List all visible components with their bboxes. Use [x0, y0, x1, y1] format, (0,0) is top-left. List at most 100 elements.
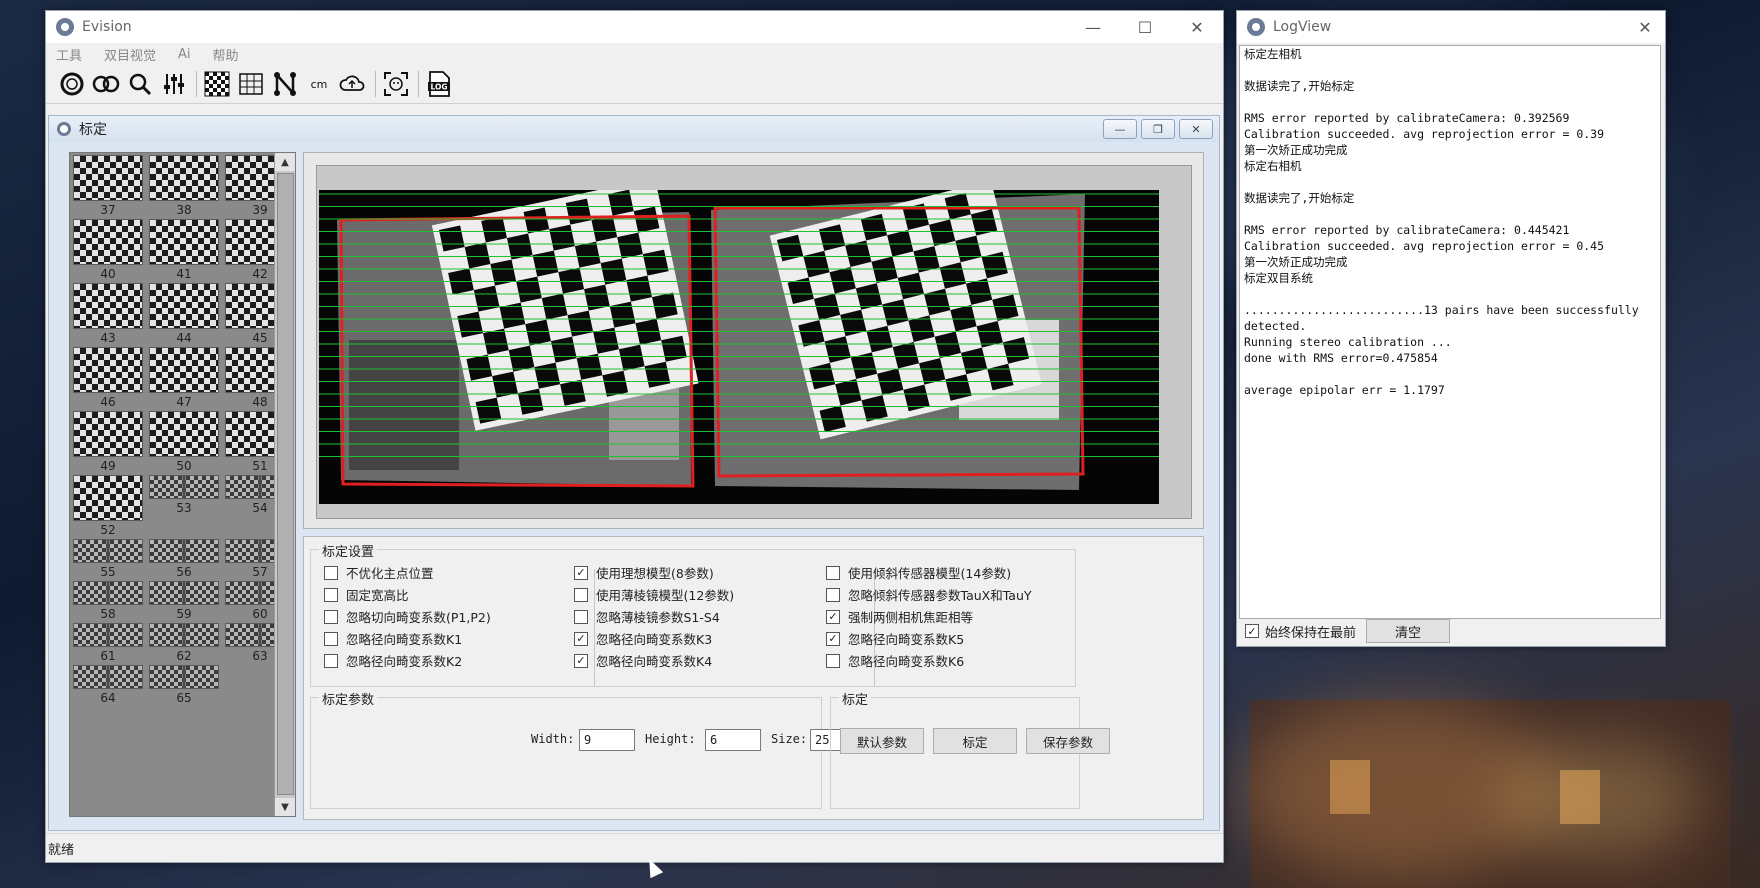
checkbox-box[interactable] [826, 587, 840, 602]
log-line: detected. [1244, 319, 1307, 333]
menu-help[interactable]: 帮助 [213, 45, 239, 64]
option-checkbox[interactable]: ✓ 使用理想模型(8参数) [574, 563, 714, 582]
log-text-area[interactable]: 标定左相机 数据读完了,开始标定 RMS error reported by cal… [1239, 45, 1661, 619]
option-label: 忽略径向畸变系数K1 [346, 632, 463, 647]
thumbnail-scrollbar[interactable]: ▲ ▼ [274, 153, 295, 816]
option-checkbox[interactable]: ✓ 忽略径向畸变系数K4 [574, 651, 712, 670]
double-circle-icon[interactable] [90, 68, 122, 100]
checkbox-box[interactable] [324, 631, 338, 646]
thumbnail-item[interactable]: 55 [73, 539, 143, 581]
option-label: 忽略倾斜传感器参数TauX和TauY [848, 588, 1032, 603]
child-minimize-button[interactable]: — [1103, 119, 1137, 139]
thumbnail-item[interactable]: 44 [149, 283, 219, 347]
thumbnail-item[interactable]: 61 [73, 623, 143, 665]
checkbox-box[interactable] [324, 653, 338, 668]
checkbox-box[interactable] [826, 653, 840, 668]
checkbox-box[interactable]: ✓ [826, 631, 840, 646]
logview-close-button[interactable]: ✕ [1625, 11, 1665, 43]
thumbnail-item[interactable]: 46 [73, 347, 143, 411]
log-icon[interactable]: LOG [423, 68, 455, 100]
grid-icon[interactable] [235, 68, 267, 100]
close-button[interactable]: ✕ [1171, 11, 1223, 43]
thumbnail-list[interactable]: 37 38 39 40 41 42 43 44 45 46 47 48 49 50 51 52 53 54 55 56… [69, 152, 296, 817]
thumbnail-item[interactable]: 52 [73, 475, 143, 539]
thumbnail-item[interactable]: 50 [149, 411, 219, 475]
width-input[interactable]: 9 [579, 729, 635, 751]
maximize-button[interactable]: ☐ [1119, 11, 1171, 43]
thumbnail-item[interactable]: 64 [73, 665, 143, 707]
option-checkbox[interactable]: 固定宽高比 [324, 585, 409, 604]
zoom-icon[interactable] [124, 68, 156, 100]
thumbnail-item[interactable]: 56 [149, 539, 219, 581]
checkbox-box[interactable]: ✓ [574, 631, 588, 646]
log-icon-label: LOG [430, 83, 447, 92]
thumbnail-item[interactable]: 49 [73, 411, 143, 475]
option-checkbox[interactable]: 忽略薄棱镜参数S1-S4 [574, 607, 720, 626]
default-params-button[interactable]: 默认参数 [840, 728, 924, 754]
checkbox-box[interactable] [324, 609, 338, 624]
menu-ai[interactable]: Ai [178, 47, 191, 62]
checkbox-box[interactable]: ✓ [574, 653, 588, 668]
checkbox-box[interactable] [324, 565, 338, 580]
save-params-button[interactable]: 保存参数 [1026, 728, 1110, 754]
face-scan-icon[interactable] [380, 68, 412, 100]
child-app-icon [57, 122, 71, 136]
height-input[interactable]: 6 [705, 729, 761, 751]
circle-icon[interactable] [56, 68, 88, 100]
thumbnail-item[interactable]: 59 [149, 581, 219, 623]
sliders-icon[interactable] [158, 68, 190, 100]
scroll-down-arrow-icon[interactable]: ▼ [275, 798, 295, 816]
checkerboard-icon[interactable] [201, 68, 233, 100]
child-close-button[interactable]: ✕ [1179, 119, 1213, 139]
option-checkbox[interactable]: 使用薄棱镜模型(12参数) [574, 585, 734, 604]
thumbnail-item[interactable]: 40 [73, 219, 143, 283]
thumbnail-item[interactable]: 62 [149, 623, 219, 665]
thumbnail-item[interactable]: 53 [149, 475, 219, 539]
thumbnail-item[interactable]: 65 [149, 665, 219, 707]
checkbox-box[interactable]: ✓ [826, 609, 840, 624]
checkbox-box[interactable] [574, 587, 588, 602]
menu-stereo-vision[interactable]: 双目视觉 [104, 45, 156, 64]
calibrate-button[interactable]: 标定 [933, 728, 1017, 754]
option-checkbox[interactable]: 忽略径向畸变系数K6 [826, 651, 964, 670]
log-line: 标定左相机 [1244, 47, 1302, 61]
thumbnail-item[interactable]: 41 [149, 219, 219, 283]
clear-log-button[interactable]: 清空 [1366, 619, 1451, 643]
thumbnail-item[interactable]: 58 [73, 581, 143, 623]
checkbox-box[interactable] [324, 587, 338, 602]
option-checkbox[interactable]: 忽略径向畸变系数K2 [324, 651, 462, 670]
option-checkbox[interactable]: 不优化主点位置 [324, 563, 434, 582]
graph-icon[interactable] [269, 68, 301, 100]
thumbnail-image [73, 347, 143, 393]
logview-titlebar[interactable]: LogView ✕ [1237, 11, 1665, 43]
always-on-top-checkbox[interactable]: ✓ [1245, 624, 1259, 638]
checkbox-box[interactable] [826, 565, 840, 580]
option-checkbox[interactable]: ✓ 忽略径向畸变系数K5 [826, 629, 964, 648]
option-checkbox[interactable]: ✓ 强制两侧相机焦距相等 [826, 607, 973, 626]
calibration-titlebar[interactable]: 标定 — ❐ ✕ [49, 116, 1219, 142]
option-checkbox[interactable]: 忽略倾斜传感器参数TauX和TauY [826, 585, 1032, 604]
size-label: Size: [771, 732, 808, 746]
scroll-up-arrow-icon[interactable]: ▲ [275, 153, 295, 171]
scrollbar-thumb[interactable] [277, 173, 294, 795]
log-line: 标定右相机 [1244, 159, 1302, 173]
checkbox-box[interactable]: ✓ [574, 565, 588, 580]
option-checkbox[interactable]: 忽略径向畸变系数K1 [324, 629, 462, 648]
menu-tools[interactable]: 工具 [56, 45, 82, 64]
cm-icon[interactable]: cm [303, 68, 335, 100]
child-restore-button[interactable]: ❐ [1141, 119, 1175, 139]
thumbnail-item[interactable]: 47 [149, 347, 219, 411]
thumbnail-number: 37 [100, 203, 116, 217]
thumbnail-image [149, 475, 219, 499]
minimize-button[interactable]: — [1067, 11, 1119, 43]
thumbnail-item[interactable]: 37 [73, 155, 143, 219]
main-titlebar[interactable]: Evision — ☐ ✕ [46, 11, 1223, 43]
checkbox-box[interactable] [574, 609, 588, 624]
cloud-icon[interactable] [337, 68, 369, 100]
thumbnail-item[interactable]: 43 [73, 283, 143, 347]
option-checkbox[interactable]: 忽略切向畸变系数(P1,P2) [324, 607, 491, 626]
option-checkbox[interactable]: 使用倾斜传感器模型(14参数) [826, 563, 1011, 582]
option-checkbox[interactable]: ✓ 忽略径向畸变系数K3 [574, 629, 712, 648]
thumbnail-item[interactable]: 38 [149, 155, 219, 219]
